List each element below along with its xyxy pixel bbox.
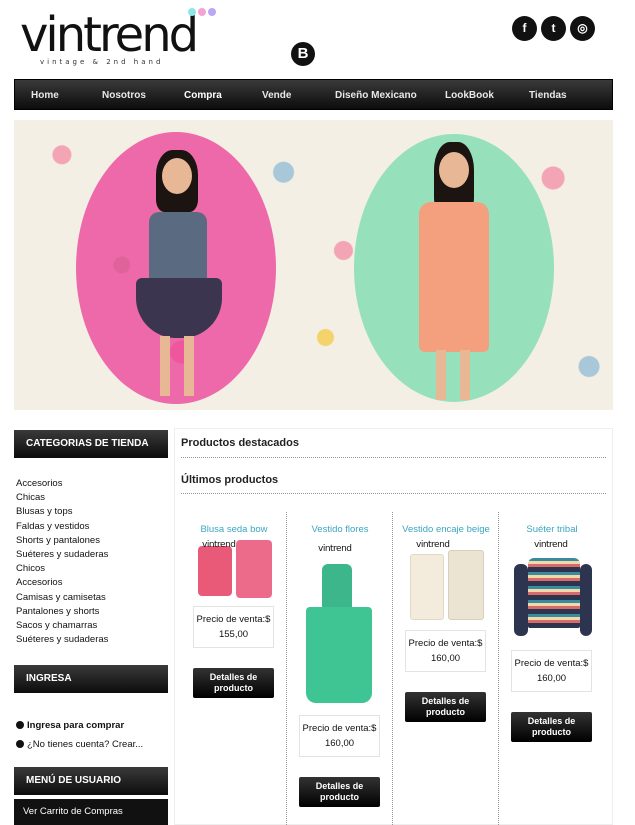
product-image[interactable]: vintrend bbox=[406, 540, 486, 624]
category-item[interactable]: Suéteres y sudaderas bbox=[16, 633, 108, 647]
model-left bbox=[124, 150, 244, 400]
nav-nosotros[interactable]: Nosotros bbox=[102, 80, 146, 111]
categories-header: CATEGORIAS DE TIENDA bbox=[14, 430, 168, 458]
category-item[interactable]: Accesorios bbox=[16, 477, 108, 491]
twitter-icon[interactable]: t bbox=[541, 16, 566, 41]
category-item[interactable]: Chicas bbox=[16, 491, 108, 505]
featured-title: Productos destacados bbox=[181, 437, 299, 449]
main-nav: Home Nosotros Compra Vende Diseño Mexica… bbox=[14, 79, 613, 110]
product-details-button[interactable]: Detalles de producto bbox=[511, 712, 592, 742]
category-item[interactable]: Blusas y tops bbox=[16, 505, 108, 519]
view-cart-link[interactable]: Ver Carrito de Compras bbox=[14, 799, 168, 825]
nav-home[interactable]: Home bbox=[31, 80, 59, 111]
column-divider bbox=[286, 512, 287, 825]
product-details-button[interactable]: Detalles de producto bbox=[299, 777, 380, 807]
category-item[interactable]: Faldas y vestidos bbox=[16, 520, 108, 534]
site-logo[interactable]: vintrend vintage & 2nd hand bbox=[20, 7, 216, 68]
nav-vende[interactable]: Vende bbox=[262, 80, 291, 111]
category-item[interactable]: Accesorios bbox=[16, 576, 108, 590]
product-title[interactable]: Blusa seda bow bbox=[184, 524, 284, 535]
facebook-icon[interactable]: f bbox=[512, 16, 537, 41]
category-item[interactable]: Shorts y pantalones bbox=[16, 534, 108, 548]
product-details-button[interactable]: Detalles de producto bbox=[193, 668, 274, 698]
login-links: Ingresa para comprar ¿No tienes cuenta? … bbox=[16, 716, 143, 754]
user-menu-header: MENÚ DE USUARIO bbox=[14, 767, 168, 795]
arrow-icon bbox=[16, 721, 24, 729]
product-title[interactable]: Vestido encaje beige bbox=[396, 524, 496, 535]
register-link[interactable]: ¿No tienes cuenta? Crear... bbox=[16, 735, 143, 754]
logo-tagline: vintage & 2nd hand bbox=[40, 58, 164, 66]
product-title[interactable]: Vestido flores bbox=[290, 524, 390, 535]
latest-title: Últimos productos bbox=[181, 474, 279, 486]
product-details-button[interactable]: Detalles de producto bbox=[405, 692, 486, 722]
hero-banner[interactable] bbox=[14, 120, 613, 410]
nav-diseno-mexicano[interactable]: Diseño Mexicano bbox=[335, 80, 417, 111]
divider bbox=[181, 457, 606, 458]
price-box: Precio de venta:$ 160,00 bbox=[299, 715, 380, 757]
nav-lookbook[interactable]: LookBook bbox=[445, 80, 494, 111]
category-item[interactable]: Chicos bbox=[16, 562, 108, 576]
product-image[interactable]: vintrend bbox=[194, 540, 274, 602]
column-divider bbox=[498, 512, 499, 825]
price-box: Precio de venta:$ 160,00 bbox=[511, 650, 592, 692]
category-item[interactable]: Sacos y chamarras bbox=[16, 619, 108, 633]
column-divider bbox=[392, 512, 393, 825]
instagram-icon[interactable]: ◎ bbox=[570, 16, 595, 41]
product-title[interactable]: Suéter tribal bbox=[502, 524, 602, 535]
nav-compra[interactable]: Compra bbox=[184, 80, 222, 111]
category-item[interactable]: Pantalones y shorts bbox=[16, 605, 108, 619]
category-item[interactable]: Suéteres y sudaderas bbox=[16, 548, 108, 562]
social-links: f t ◎ bbox=[512, 16, 595, 41]
nav-tiendas[interactable]: Tiendas bbox=[529, 80, 567, 111]
category-item[interactable]: Camisas y camisetas bbox=[16, 591, 108, 605]
category-list: Accesorios Chicas Blusas y tops Faldas y… bbox=[16, 477, 108, 647]
price-box: Precio de venta:$ 155,00 bbox=[193, 606, 274, 648]
login-link[interactable]: Ingresa para comprar bbox=[16, 716, 143, 735]
login-header: INGRESA bbox=[14, 665, 168, 693]
model-right bbox=[394, 142, 504, 402]
divider bbox=[181, 493, 606, 494]
price-box: Precio de venta:$ 160,00 bbox=[405, 630, 486, 672]
product-image[interactable]: vintrend bbox=[512, 540, 592, 644]
logo-wordmark: vintrend bbox=[20, 7, 199, 63]
logo-dots bbox=[188, 8, 216, 16]
blogger-icon[interactable]: B bbox=[291, 42, 315, 66]
arrow-icon bbox=[16, 740, 24, 748]
product-image[interactable]: vintrend bbox=[300, 542, 380, 707]
